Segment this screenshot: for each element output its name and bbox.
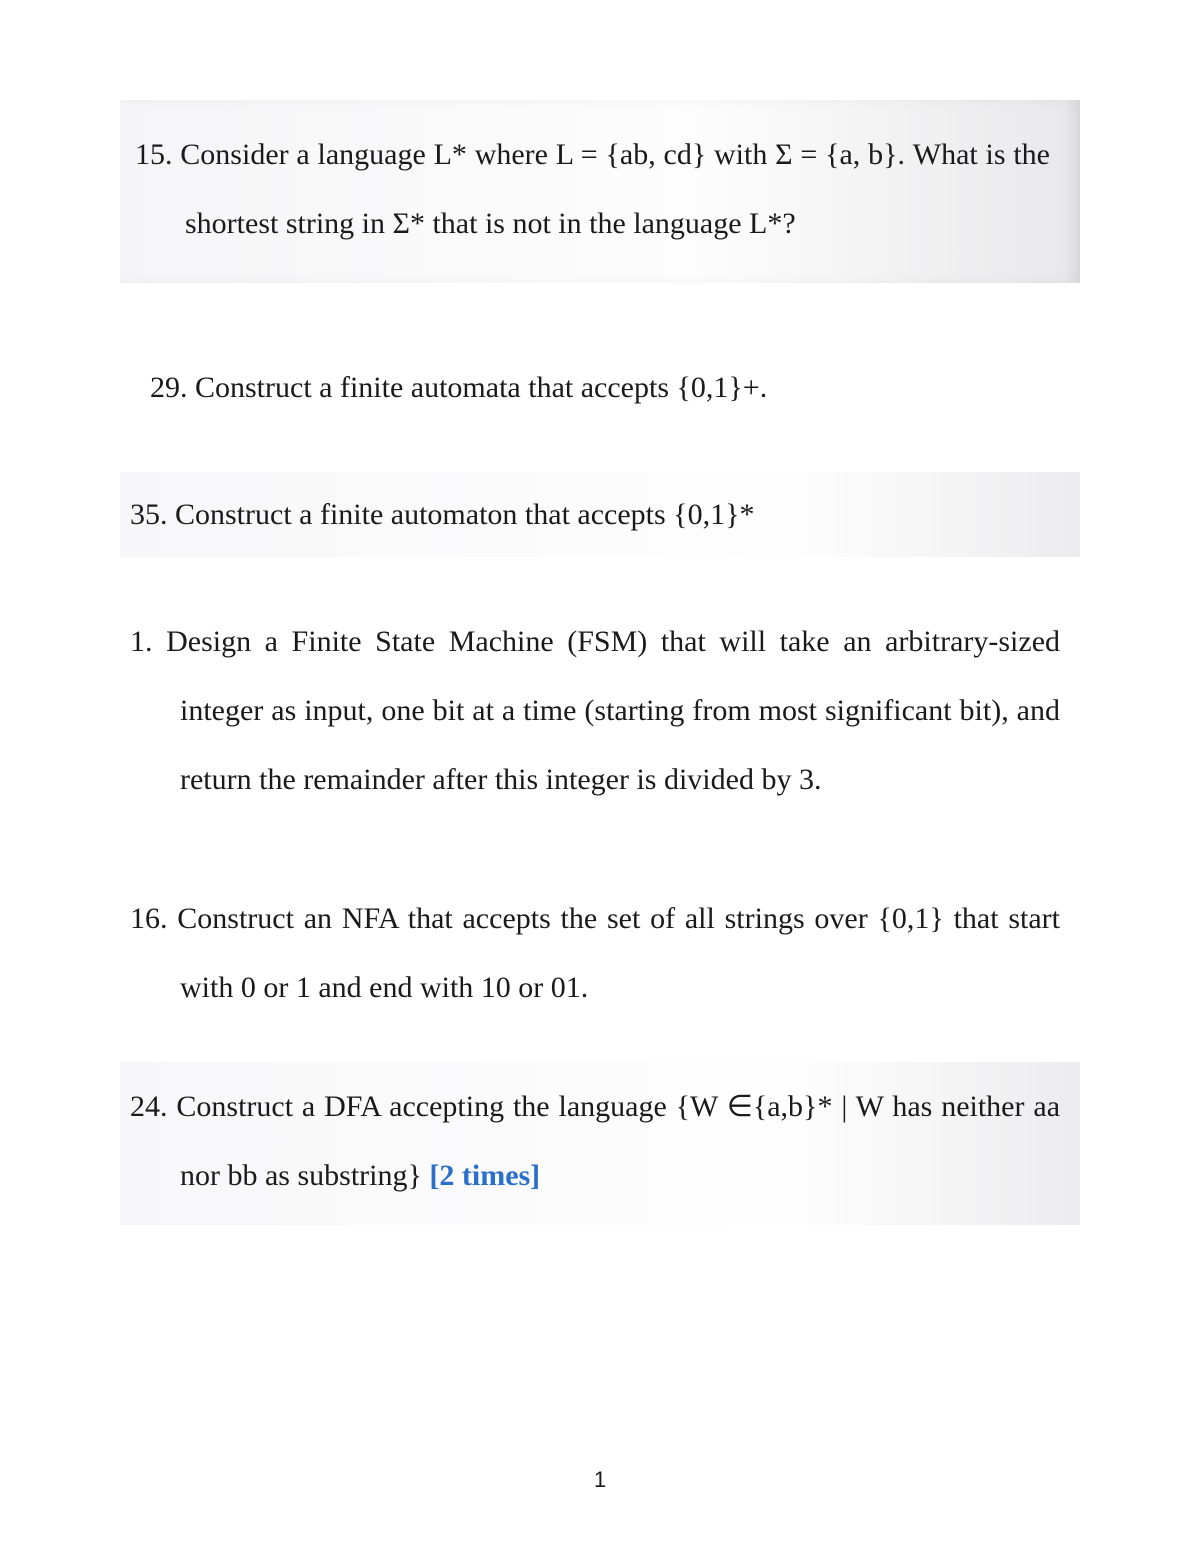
question-number: 29.	[150, 371, 188, 404]
question-35-text: 35. Construct a finite automaton that ac…	[130, 480, 1060, 549]
question-text: Construct a finite automaton that accept…	[175, 498, 754, 531]
question-1-text: 1. Design a Finite State Machine (FSM) t…	[130, 607, 1060, 814]
question-text: Design a Finite State Machine (FSM) that…	[166, 625, 1060, 796]
question-number: 24.	[130, 1090, 168, 1123]
question-text: Consider a language L* where L = {ab, cd…	[180, 138, 1050, 240]
question-text: Construct a DFA accepting the language {…	[176, 1090, 1060, 1192]
question-24: 24. Construct a DFA accepting the langua…	[120, 1062, 1080, 1225]
question-16-text: 16. Construct an NFA that accepts the se…	[130, 884, 1060, 1022]
page-number: 1	[594, 1467, 606, 1493]
question-29-text: 29. Construct a finite automata that acc…	[150, 353, 1060, 422]
question-24-text: 24. Construct a DFA accepting the langua…	[130, 1072, 1060, 1210]
question-15: 15. Consider a language L* where L = {ab…	[120, 100, 1080, 283]
question-16: 16. Construct an NFA that accepts the se…	[120, 874, 1080, 1032]
question-15-text: 15. Consider a language L* where L = {ab…	[135, 120, 1050, 258]
question-text: Construct a finite automata that accepts…	[195, 371, 767, 404]
question-number: 35.	[130, 498, 168, 531]
question-29: 29. Construct a finite automata that acc…	[120, 343, 1080, 432]
question-1: 1. Design a Finite State Machine (FSM) t…	[120, 597, 1080, 824]
question-number: 16.	[130, 902, 168, 935]
question-35: 35. Construct a finite automaton that ac…	[120, 472, 1080, 557]
question-text: Construct an NFA that accepts the set of…	[177, 902, 1060, 1004]
question-highlight: [2 times]	[429, 1159, 540, 1192]
question-number: 15.	[135, 138, 173, 171]
question-number: 1.	[130, 625, 153, 658]
